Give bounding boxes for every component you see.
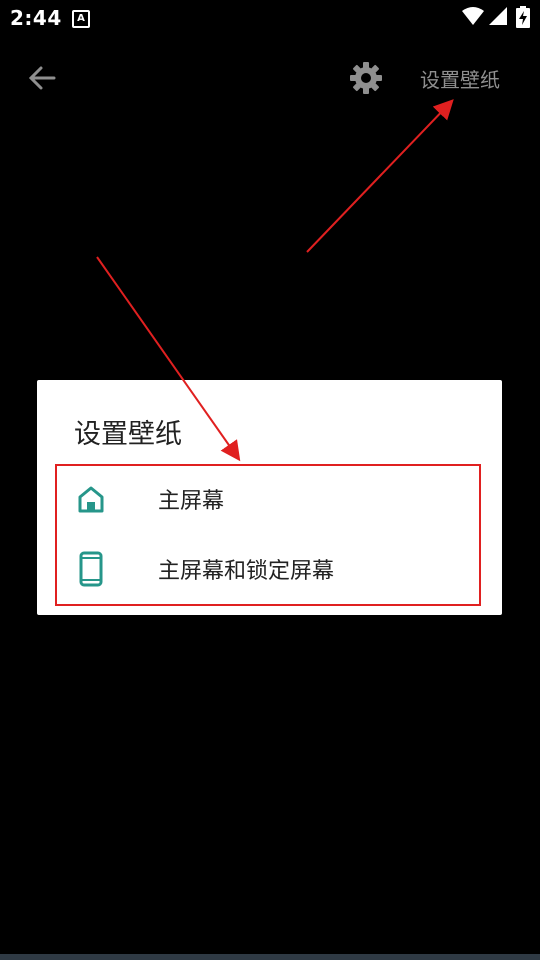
set-wallpaper-button[interactable]: 设置壁纸: [420, 64, 500, 93]
battery-charging-icon: [516, 6, 530, 28]
settings-button[interactable]: [348, 60, 384, 96]
dialog-title: 设置壁纸: [74, 419, 182, 450]
option-label: 主屏幕: [158, 489, 225, 514]
signal-icon: [489, 7, 507, 25]
phone-icon: [79, 551, 103, 587]
option-label: 主屏幕和锁定屏幕: [158, 559, 335, 584]
notification-icon: A: [72, 10, 90, 28]
gear-icon: [350, 62, 382, 94]
navigation-bar-strip: [0, 954, 540, 960]
option-home-and-lock-screen[interactable]: 主屏幕和锁定屏幕: [55, 534, 483, 604]
status-time: 2:44: [10, 6, 62, 30]
back-button[interactable]: [24, 60, 60, 96]
wifi-icon: [462, 7, 484, 25]
screen: 2:44 A 设置壁纸 设置壁纸 主屏幕 主屏幕和锁定屏幕: [0, 0, 540, 960]
status-bar: 2:44 A: [0, 0, 540, 36]
set-wallpaper-dialog: 设置壁纸 主屏幕 主屏幕和锁定屏幕: [37, 380, 502, 615]
arrow-left-icon: [28, 66, 56, 90]
option-home-screen[interactable]: 主屏幕: [55, 464, 483, 534]
home-icon: [78, 486, 104, 513]
annotation-arrow-to-top-action: [306, 99, 454, 253]
